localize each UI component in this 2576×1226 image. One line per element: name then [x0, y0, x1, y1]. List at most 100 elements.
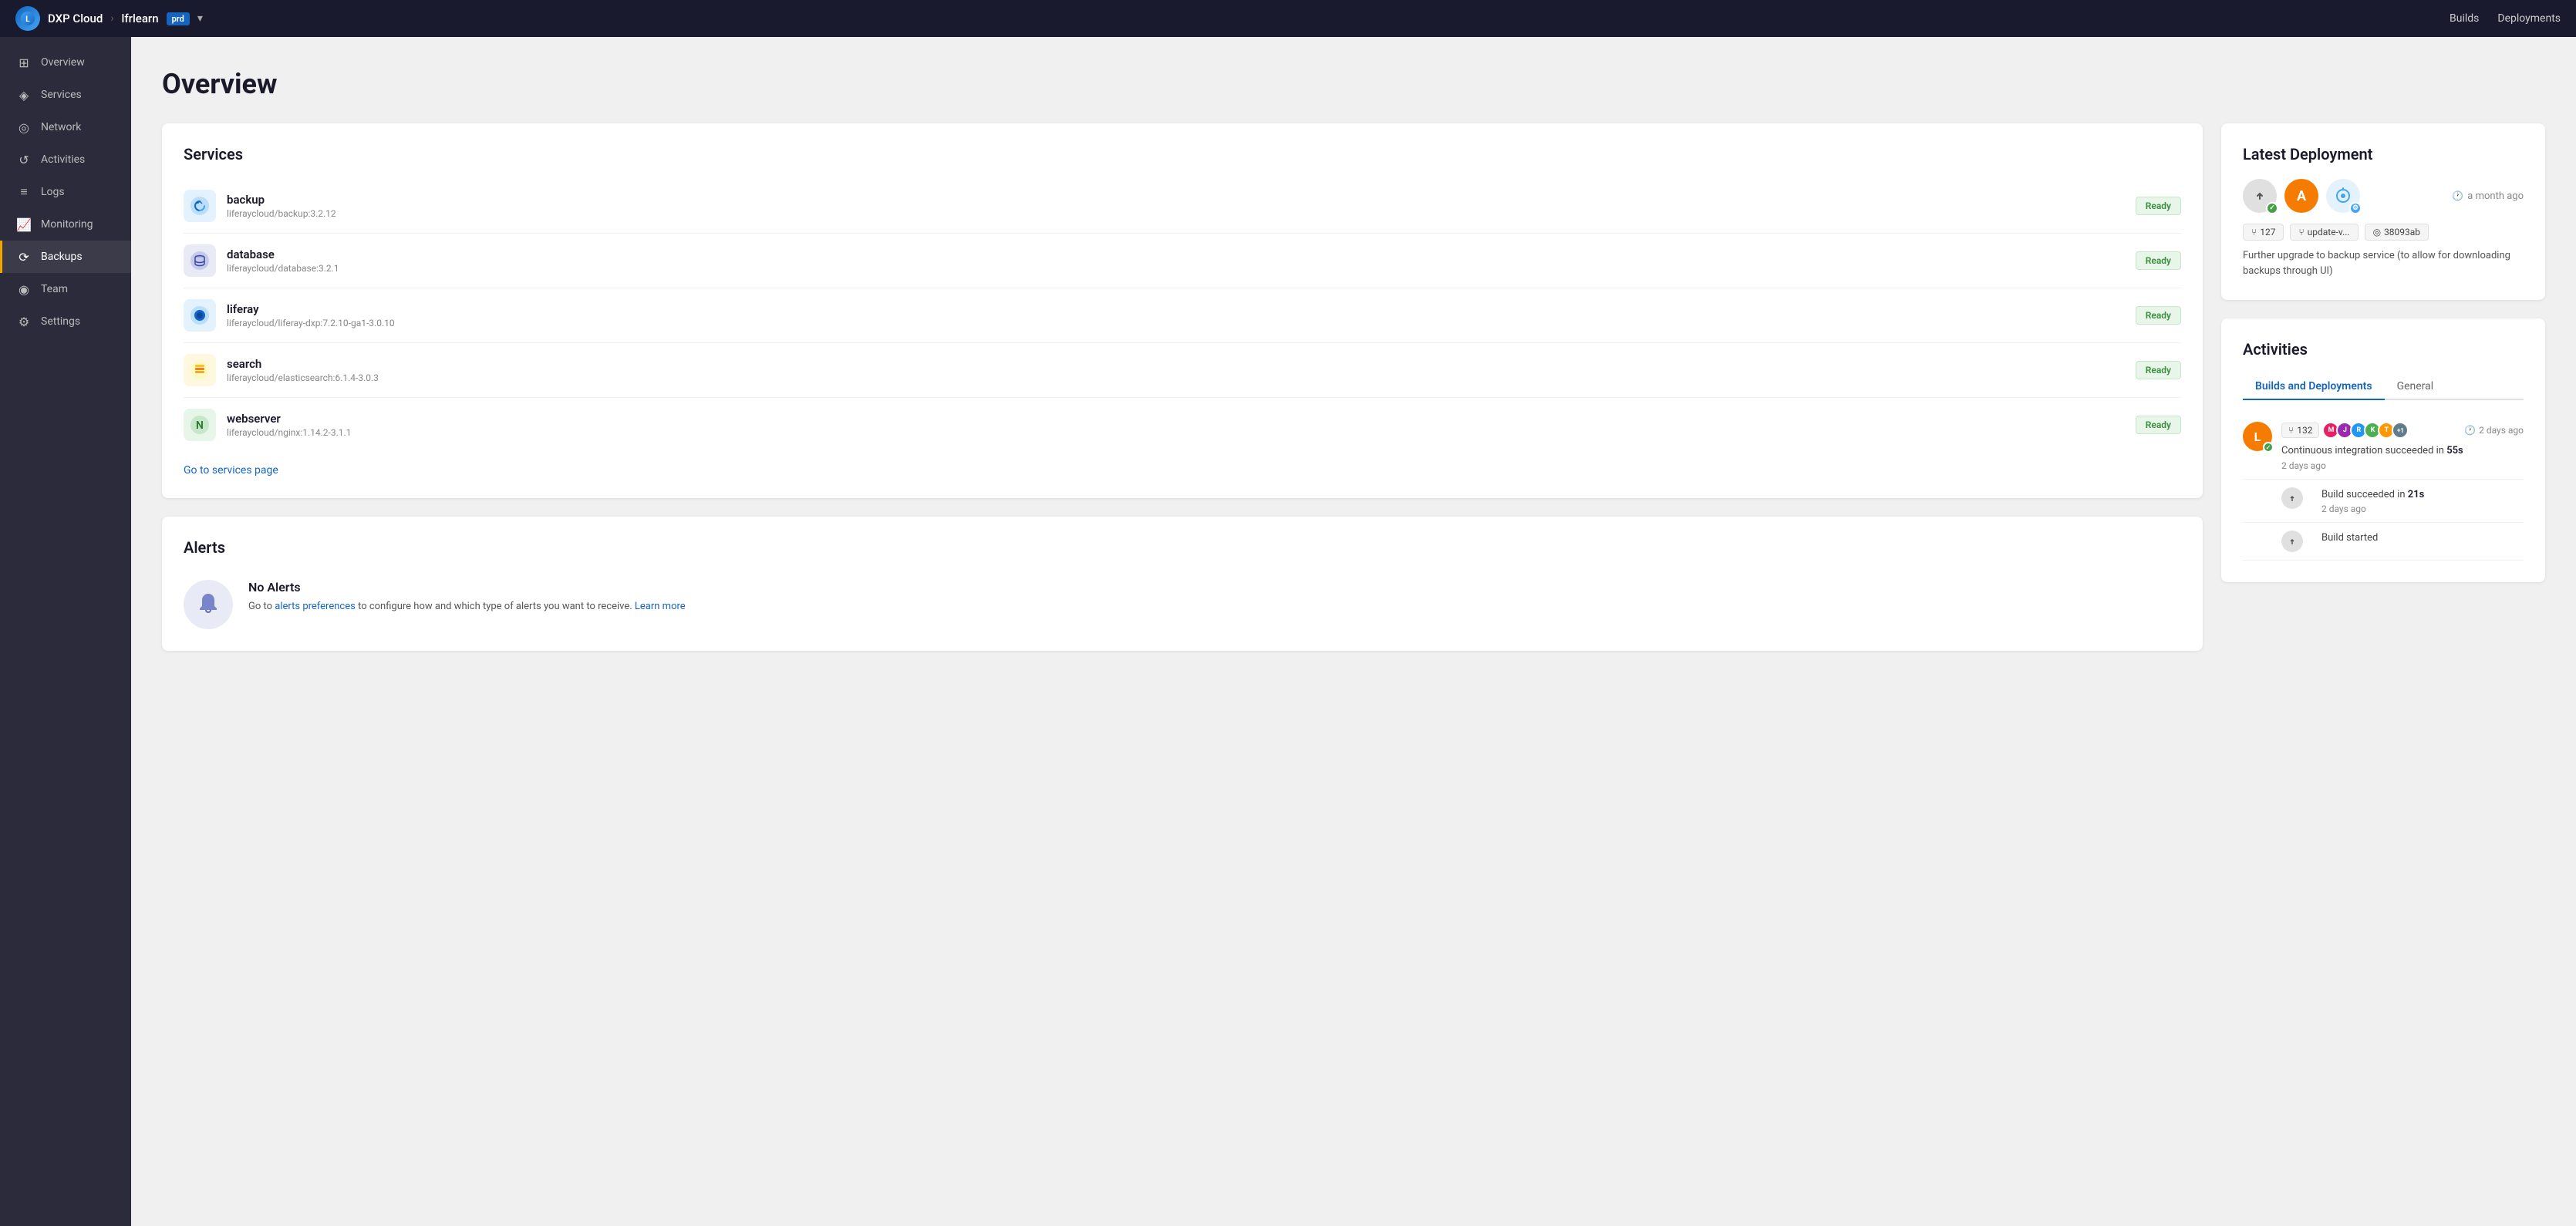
sub-subtext-1: 2 days ago	[2321, 504, 2424, 514]
deploy-tag-update: ⑂ update-v...	[2290, 224, 2358, 241]
database-icon	[184, 244, 216, 277]
sidebar-item-network[interactable]: ◎ Network	[0, 111, 131, 143]
sub-avatar-2	[2281, 530, 2303, 552]
deploy-tags: ⑂ 127 ⑂ update-v... ◎ 38093ab	[2243, 224, 2524, 241]
deployment-header: ✓ A	[2243, 179, 2524, 213]
activity-subtext-1: 2 days ago	[2281, 460, 2524, 471]
alerts-body: No Alerts Go to alerts preferences to co…	[184, 572, 2181, 629]
webserver-status: Ready	[2136, 416, 2181, 434]
activity-text-1: Continuous integration succeeded in 55s	[2281, 443, 2524, 459]
monitoring-icon: 📈	[16, 217, 32, 232]
topbar: L DXP Cloud › lfrlearn prd ▾ Builds Depl…	[0, 0, 2576, 37]
tab-general[interactable]: General	[2385, 374, 2446, 400]
activities-card: Activities Builds and Deployments Genera…	[2221, 318, 2545, 582]
go-to-services-link[interactable]: Go to services page	[184, 464, 278, 477]
alerts-go-to: Go to	[248, 601, 272, 612]
dxp-cloud-logo: L	[15, 6, 40, 31]
activity-info-1: ⑂ 132 M J R K T +1	[2281, 422, 2524, 471]
sidebar-item-activities[interactable]: ↺ Activities	[0, 143, 131, 176]
branch-icon: ⑂	[2251, 227, 2257, 237]
sidebar-label-overview: Overview	[41, 56, 85, 69]
builds-link[interactable]: Builds	[2450, 12, 2479, 25]
deploy-upload-avatar: ✓	[2243, 179, 2277, 213]
activities-tabs: Builds and Deployments General	[2243, 374, 2524, 400]
sidebar-label-backups: Backups	[41, 251, 83, 263]
liferay-name: liferay	[227, 302, 2136, 316]
search-path: liferaycloud/elasticsearch:6.1.4-3.0.3	[227, 372, 2136, 383]
network-icon: ◎	[16, 120, 32, 135]
project-name[interactable]: lfrlearn	[122, 12, 159, 25]
activity-check-1: ✓	[2263, 442, 2274, 453]
activity-contributors: M J R K T +1	[2325, 422, 2409, 439]
sidebar-label-services: Services	[41, 89, 82, 101]
deploy-tag-commit: ◎ 38093ab	[2365, 224, 2429, 241]
sidebar-item-services[interactable]: ◈ Services	[0, 79, 131, 111]
liferay-path: liferaycloud/liferay-dxp:7.2.10-ga1-3.0.…	[227, 318, 2136, 328]
topbar-left: L DXP Cloud › lfrlearn prd ▾	[15, 6, 203, 31]
right-column: Latest Deployment ✓ A	[2221, 123, 2545, 651]
backup-status: Ready	[2136, 197, 2181, 215]
svg-text:N: N	[196, 419, 204, 432]
sidebar-label-team: Team	[41, 283, 68, 295]
overview-icon: ⊞	[16, 55, 32, 70]
liferay-status: Ready	[2136, 306, 2181, 325]
learn-more-link[interactable]: Learn more	[635, 601, 686, 612]
sidebar: ⊞ Overview ◈ Services ◎ Network ↺ Activi…	[0, 37, 131, 1226]
sidebar-item-overview[interactable]: ⊞ Overview	[0, 46, 131, 79]
liferay-info: liferay liferaycloud/liferay-dxp:7.2.10-…	[227, 302, 2136, 328]
activities-title: Activities	[2243, 340, 2524, 359]
search-status: Ready	[2136, 361, 2181, 379]
sidebar-item-logs[interactable]: ≡ Logs	[0, 176, 131, 208]
update-icon: ⑂	[2298, 227, 2304, 237]
content-area: Overview Services	[131, 37, 2576, 1226]
service-row-database: database liferaycloud/database:3.2.1 Rea…	[184, 234, 2181, 288]
backup-path: liferaycloud/backup:3.2.12	[227, 208, 2136, 219]
alerts-preferences-link[interactable]: alerts preferences	[275, 601, 356, 612]
liferay-icon	[184, 299, 216, 332]
deploy-description: Further upgrade to backup service (to al…	[2243, 248, 2524, 278]
alerts-text: No Alerts Go to alerts preferences to co…	[248, 580, 686, 615]
service-row-liferay: liferay liferaycloud/liferay-dxp:7.2.10-…	[184, 288, 2181, 343]
webserver-name: webserver	[227, 412, 2136, 426]
deploy-robot-badge: ⚙	[2349, 202, 2362, 214]
breadcrumb-separator: ›	[110, 12, 113, 25]
sidebar-item-monitoring[interactable]: 📈 Monitoring	[0, 208, 131, 241]
settings-icon: ⚙	[16, 314, 32, 329]
database-path: liferaycloud/database:3.2.1	[227, 263, 2136, 274]
environment-dropdown-chevron[interactable]: ▾	[197, 12, 203, 25]
webserver-path: liferaycloud/nginx:1.14.2-3.1.1	[227, 427, 2136, 438]
search-icon	[184, 354, 216, 386]
deploy-user-avatar: A	[2284, 179, 2318, 213]
activity-avatar-1: L ✓	[2243, 422, 2272, 451]
service-row-webserver: N webserver liferaycloud/nginx:1.14.2-3.…	[184, 398, 2181, 452]
tab-builds-deployments[interactable]: Builds and Deployments	[2243, 374, 2385, 400]
services-card-title: Services	[184, 145, 2181, 163]
sidebar-item-settings[interactable]: ⚙ Settings	[0, 305, 131, 338]
bell-icon	[184, 580, 233, 629]
database-name: database	[227, 248, 2136, 261]
sidebar-item-team[interactable]: ◉ Team	[0, 273, 131, 305]
alerts-body-2: to configure how and which type of alert…	[358, 601, 632, 612]
backup-icon	[184, 190, 216, 222]
latest-deployment-title: Latest Deployment	[2243, 145, 2524, 163]
page-title: Overview	[162, 68, 2545, 100]
activity-row-3: Build started	[2243, 523, 2524, 561]
backup-name: backup	[227, 193, 2136, 207]
webserver-info: webserver liferaycloud/nginx:1.14.2-3.1.…	[227, 412, 2136, 438]
main-grid: Services backup liferay	[162, 123, 2545, 651]
backup-info: backup liferaycloud/backup:3.2.12	[227, 193, 2136, 219]
environment-badge: prd	[167, 12, 190, 25]
sidebar-label-monitoring: Monitoring	[41, 218, 93, 231]
commit-icon: ◎	[2373, 227, 2381, 237]
service-row-search: search liferaycloud/elasticsearch:6.1.4-…	[184, 343, 2181, 398]
sidebar-item-backups[interactable]: ⟳ Backups	[0, 241, 131, 273]
backups-icon: ⟳	[16, 249, 32, 264]
brand-name[interactable]: DXP Cloud	[48, 12, 103, 25]
sidebar-label-activities: Activities	[41, 153, 85, 166]
sub-activity-1: Build succeeded in 21s 2 days ago	[2321, 487, 2424, 515]
activities-icon: ↺	[16, 152, 32, 167]
alerts-card-title: Alerts	[184, 538, 2181, 557]
deploy-tag-branch: ⑂ 127	[2243, 224, 2284, 241]
deployments-link[interactable]: Deployments	[2497, 12, 2561, 25]
deploy-check-badge: ✓	[2266, 202, 2278, 214]
